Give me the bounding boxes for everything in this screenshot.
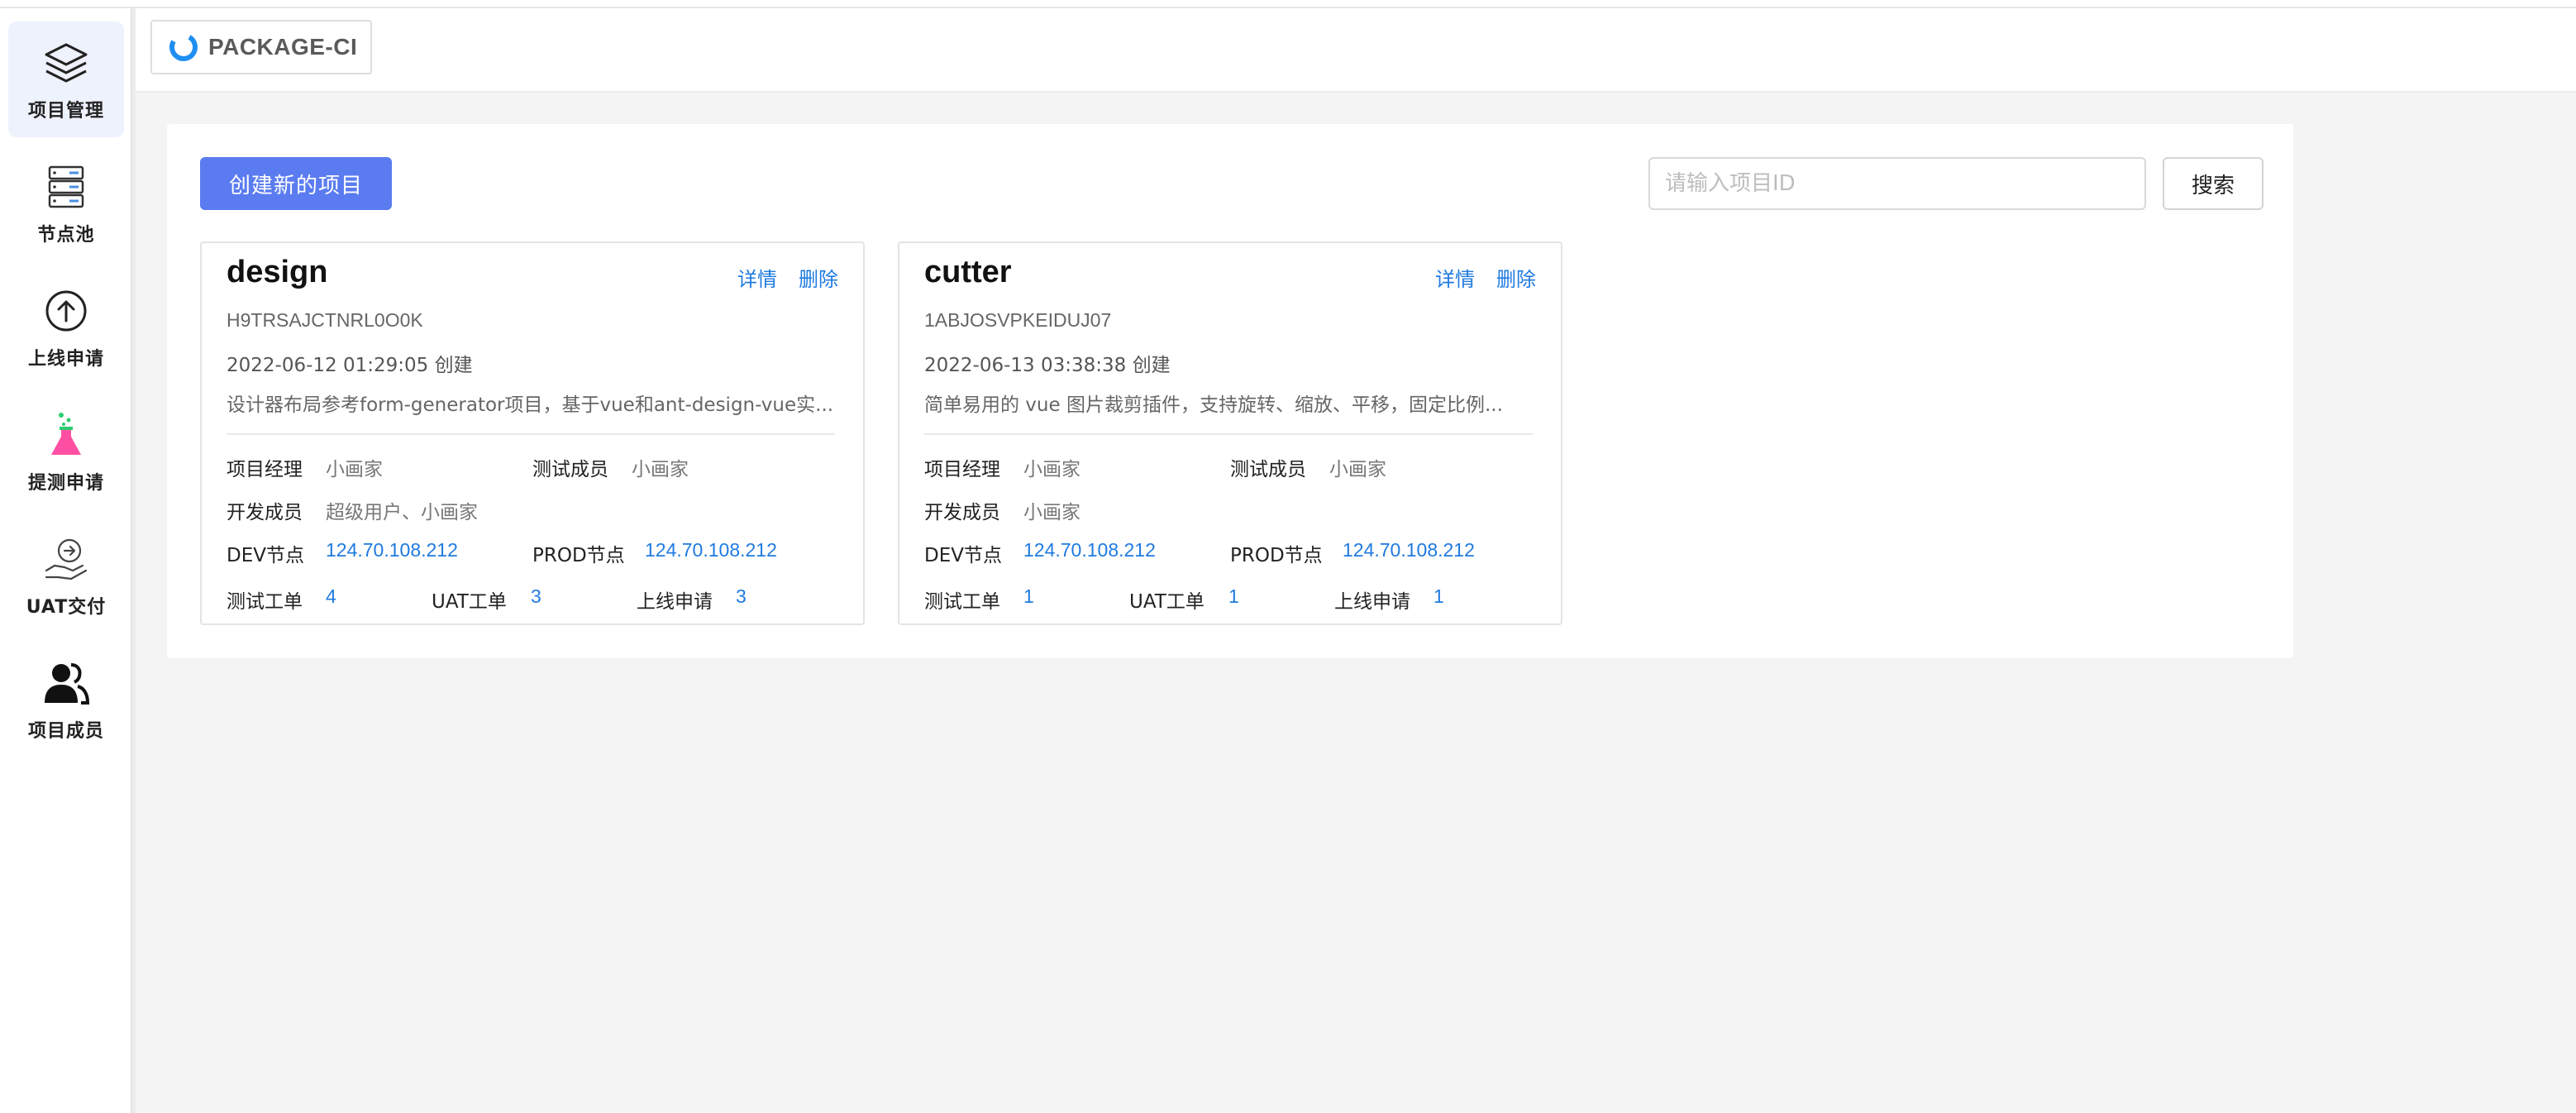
developer-label: 开发成员: [227, 502, 303, 523]
tester-label: 测试成员: [532, 459, 608, 480]
brand-name: PACKAGE-CI: [208, 34, 358, 60]
detail-link[interactable]: 详情: [1435, 263, 1475, 292]
sidebar: 项目管理 节点池 上线申请 提测申请 UAT交付 项目成员: [0, 8, 131, 1113]
tester-label: 测试成员: [1230, 459, 1306, 480]
project-card-cutter: cutter 详情 删除 1ABJOSVPKEIDUJ07 2022-06-13…: [898, 241, 1562, 625]
dev-node-link[interactable]: 124.70.108.212: [1023, 539, 1156, 561]
upload-circle-icon: [45, 290, 87, 332]
manager-label: 项目经理: [227, 459, 303, 480]
main-content: 创建新的项目 搜索 design 详情 删除 H9TRSAJCTNRL0O0K …: [136, 93, 2576, 1113]
manager-value: 小画家: [1023, 459, 1080, 480]
sidebar-item-project-management[interactable]: 项目管理: [8, 21, 124, 137]
sidebar-item-uat-delivery[interactable]: UAT交付: [8, 518, 124, 633]
tester-value: 小画家: [632, 459, 689, 480]
project-panel: 创建新的项目 搜索 design 详情 删除 H9TRSAJCTNRL0O0K …: [167, 124, 2293, 658]
sidebar-item-test-request[interactable]: 提测申请: [8, 394, 124, 509]
manager-value: 小画家: [326, 459, 383, 480]
release-requests-count[interactable]: 3: [736, 585, 747, 608]
project-id: H9TRSAJCTNRL0O0K: [227, 309, 423, 331]
manager-label: 项目经理: [924, 459, 1000, 480]
delete-link[interactable]: 删除: [799, 263, 838, 292]
card-divider: [924, 433, 1533, 435]
project-id-search-input[interactable]: [1648, 157, 2146, 210]
sidebar-item-label: 项目管理: [27, 101, 104, 122]
refresh-logo-icon: [169, 33, 198, 61]
sidebar-item-label: 上线申请: [27, 349, 104, 370]
detail-link[interactable]: 详情: [737, 263, 777, 292]
created-date: 2022-06-13 03:38:38 创建: [924, 355, 1171, 376]
uat-orders-label: UAT工单: [1129, 591, 1205, 613]
header: PACKAGE-CI: [136, 8, 2576, 93]
uat-orders-count[interactable]: 1: [1228, 585, 1239, 608]
uat-orders-label: UAT工单: [432, 591, 507, 613]
test-orders-count[interactable]: 4: [326, 585, 336, 608]
developer-value: 超级用户、小画家: [326, 502, 478, 523]
prod-node-label: PROD节点: [532, 545, 625, 566]
project-card-design: design 详情 删除 H9TRSAJCTNRL0O0K 2022-06-12…: [200, 241, 865, 625]
test-orders-label: 测试工单: [227, 591, 303, 613]
hand-delivery-icon: [45, 538, 88, 580]
project-id: 1ABJOSVPKEIDUJ07: [924, 309, 1112, 331]
flask-icon: [51, 413, 81, 455]
test-orders-count[interactable]: 1: [1023, 585, 1034, 608]
prod-node-link[interactable]: 124.70.108.212: [645, 539, 777, 561]
uat-orders-count[interactable]: 3: [531, 585, 541, 608]
create-project-button[interactable]: 创建新的项目: [200, 157, 392, 210]
sidebar-item-project-members[interactable]: 项目成员: [8, 642, 124, 757]
developer-label: 开发成员: [924, 502, 1000, 523]
sidebar-item-label: 提测申请: [27, 473, 104, 494]
sidebar-item-label: UAT交付: [26, 597, 107, 618]
layers-icon: [45, 43, 88, 83]
prod-node-link[interactable]: 124.70.108.212: [1343, 539, 1475, 561]
tester-value: 小画家: [1329, 459, 1386, 480]
created-date: 2022-06-12 01:29:05 创建: [227, 355, 473, 376]
project-name: cutter: [924, 255, 1012, 289]
prod-node-label: PROD节点: [1230, 545, 1323, 566]
dev-node-label: DEV节点: [924, 545, 1002, 566]
members-icon: [45, 663, 90, 705]
project-description: 设计器布局参考form-generator项目，基于vue和ant-design…: [227, 394, 834, 416]
sidebar-item-label: 项目成员: [27, 721, 104, 742]
top-border: [0, 0, 2576, 8]
sidebar-item-node-pool[interactable]: 节点池: [8, 146, 124, 261]
test-orders-label: 测试工单: [924, 591, 1000, 613]
dev-node-label: DEV节点: [227, 545, 304, 566]
sidebar-item-label: 节点池: [37, 225, 95, 246]
server-icon: [48, 165, 84, 208]
brand-logo[interactable]: PACKAGE-CI: [150, 20, 372, 74]
dev-node-link[interactable]: 124.70.108.212: [326, 539, 458, 561]
card-divider: [227, 433, 835, 435]
search-button[interactable]: 搜索: [2163, 157, 2264, 210]
release-requests-label: 上线申请: [637, 591, 713, 613]
sidebar-item-release-request[interactable]: 上线申请: [8, 270, 124, 385]
delete-link[interactable]: 删除: [1496, 263, 1536, 292]
release-requests-label: 上线申请: [1334, 591, 1410, 613]
project-description: 简单易用的 vue 图片裁剪插件，支持旋转、缩放、平移，固定比例...: [924, 394, 1503, 416]
developer-value: 小画家: [1023, 502, 1080, 523]
project-name: design: [227, 255, 328, 289]
release-requests-count[interactable]: 1: [1433, 585, 1444, 608]
